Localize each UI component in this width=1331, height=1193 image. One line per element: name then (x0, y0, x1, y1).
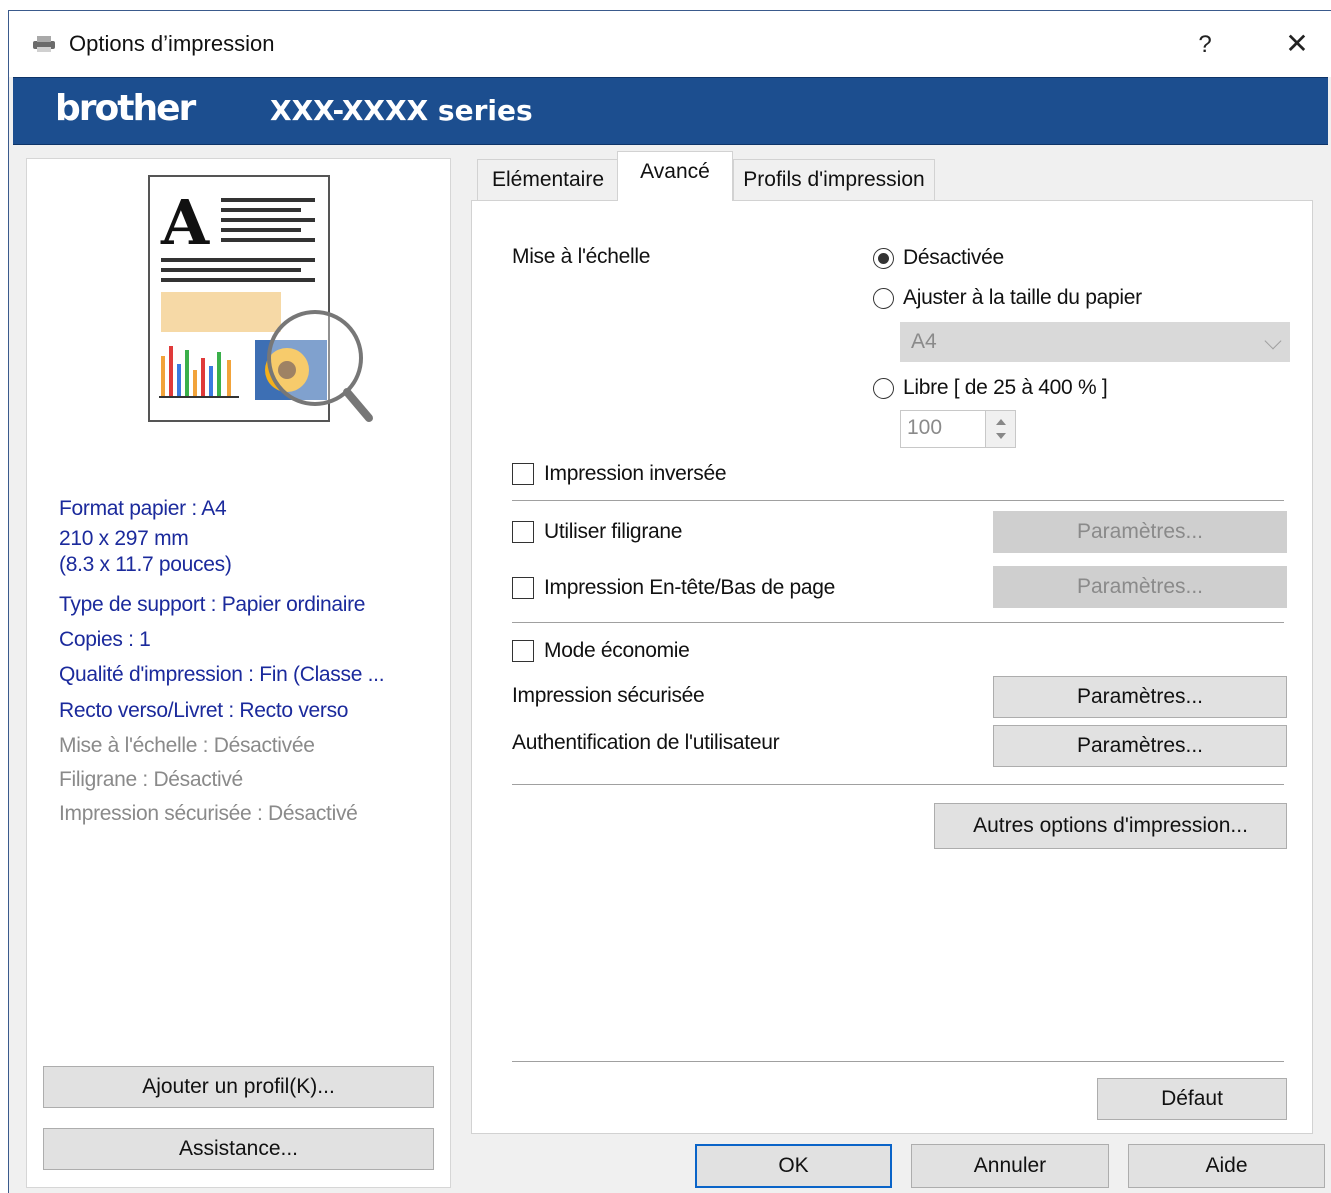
reverse-print-checkbox[interactable] (512, 463, 534, 485)
brother-logo: brother (55, 88, 196, 129)
printer-model: XXX-XXXX series (270, 94, 533, 127)
tab-basic[interactable]: Elémentaire (477, 159, 619, 201)
advanced-tab-panel: Mise à l'échelle Désactivée Ajuster à la… (471, 200, 1313, 1134)
free-scaling-radio[interactable] (873, 378, 894, 399)
watermark-settings-button: Paramètres... (993, 511, 1287, 553)
secure-print-info: Impression sécurisée : Désactivé (59, 802, 358, 825)
printer-icon (33, 36, 55, 52)
tab-print-profiles[interactable]: Profils d'impression (733, 159, 935, 201)
copies-info: Copies : 1 (59, 628, 151, 651)
other-print-options-button[interactable]: Autres options d'impression... (934, 803, 1287, 849)
support-button[interactable]: Assistance... (43, 1128, 434, 1170)
default-button[interactable]: Défaut (1097, 1078, 1287, 1120)
scaling-info: Mise à l'échelle : Désactivée (59, 734, 315, 757)
help-button[interactable]: Aide (1128, 1144, 1325, 1188)
help-icon[interactable]: ? (1185, 25, 1225, 65)
separator (512, 784, 1284, 785)
spinner-arrows (985, 411, 1015, 447)
paper-size-select: A4 (900, 322, 1290, 362)
ok-button[interactable]: OK (695, 1144, 892, 1188)
cancel-button[interactable]: Annuler (911, 1144, 1109, 1188)
separator (512, 500, 1284, 501)
user-auth-settings-button[interactable]: Paramètres... (993, 725, 1287, 767)
paper-size-inch-info: (8.3 x 11.7 pouces) (59, 553, 232, 576)
scaling-off-label[interactable]: Désactivée (903, 246, 1004, 270)
chevron-down-icon (1264, 332, 1282, 350)
spin-down-icon (996, 433, 1006, 439)
header-footer-checkbox[interactable] (512, 577, 534, 599)
window-title: Options d’impression (69, 31, 275, 56)
add-profile-button[interactable]: Ajouter un profil(K)... (43, 1066, 434, 1108)
quality-info: Qualité d'impression : Fin (Classe ... (59, 663, 385, 686)
secure-print-settings-button[interactable]: Paramètres... (993, 676, 1287, 718)
separator (512, 1061, 1284, 1062)
secure-print-label: Impression sécurisée (512, 684, 705, 707)
scaling-label: Mise à l'échelle (512, 245, 651, 268)
fit-to-paper-label[interactable]: Ajuster à la taille du papier (903, 286, 1142, 310)
title-bar: Options d’impression ? ✕ (9, 11, 1331, 77)
scaling-off-radio[interactable] (873, 248, 894, 269)
duplex-info: Recto verso/Livret : Recto verso (59, 699, 349, 722)
toner-save-label[interactable]: Mode économie (544, 639, 690, 663)
toner-save-checkbox[interactable] (512, 640, 534, 662)
settings-summary-panel: A Format papier : A4 210 x 297 mm (8.3 x… (26, 158, 451, 1188)
paper-size-mm-info: 210 x 297 mm (59, 527, 189, 550)
header-footer-label[interactable]: Impression En-tête/Bas de page (544, 576, 835, 600)
brand-banner: brother XXX-XXXX series (13, 77, 1328, 145)
close-icon[interactable]: ✕ (1275, 25, 1319, 65)
watermark-info: Filigrane : Désactivé (59, 768, 243, 791)
user-auth-label: Authentification de l'utilisateur (512, 731, 780, 754)
paper-size-value: A4 (911, 330, 937, 353)
reverse-print-label[interactable]: Impression inversée (544, 462, 727, 486)
watermark-label[interactable]: Utiliser filigrane (544, 520, 682, 544)
fit-to-paper-radio[interactable] (873, 288, 894, 309)
separator (512, 622, 1284, 623)
watermark-checkbox[interactable] (512, 521, 534, 543)
page-preview-icon: A (148, 175, 373, 422)
svg-text:A: A (160, 186, 210, 259)
paper-format-info: Format papier : A4 (59, 497, 227, 520)
free-scaling-label[interactable]: Libre [ de 25 à 400 % ] (903, 376, 1108, 400)
media-type-info: Type de support : Papier ordinaire (59, 593, 366, 616)
tab-advanced[interactable]: Avancé (617, 151, 733, 201)
spin-up-icon (996, 419, 1006, 425)
free-scaling-spinner: 100 (900, 410, 1016, 448)
free-scaling-value: 100 (907, 416, 943, 439)
header-footer-settings-button: Paramètres... (993, 566, 1287, 608)
print-options-dialog: Options d’impression ? ✕ brother XXX-XXX… (8, 10, 1331, 1193)
